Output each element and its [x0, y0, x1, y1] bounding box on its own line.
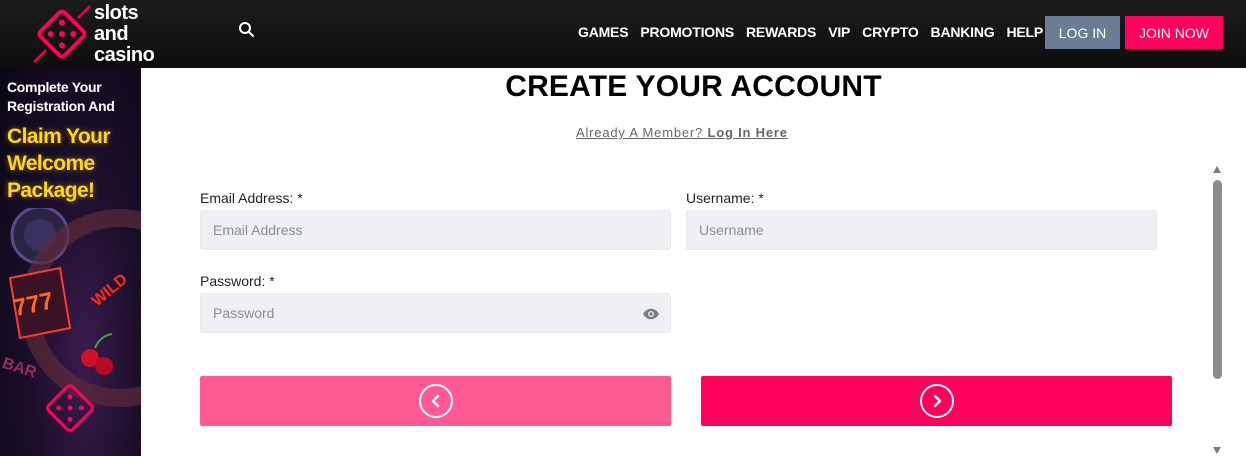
search-icon: [239, 22, 254, 37]
nav-promotions[interactable]: PROMOTIONS: [640, 24, 734, 40]
promo-subtitle: Complete Your Registration And: [7, 79, 115, 114]
search-button[interactable]: [237, 20, 257, 40]
nav-banking[interactable]: BANKING: [931, 24, 995, 40]
nav-help[interactable]: HELP: [1006, 24, 1043, 40]
scrollbar-thumb[interactable]: [1213, 180, 1222, 379]
username-input[interactable]: [699, 222, 1156, 238]
svg-text:BAR: BAR: [0, 355, 39, 382]
login-here-link[interactable]: Log In Here: [707, 125, 787, 140]
nav-vip[interactable]: VIP: [828, 24, 850, 40]
promo-headline: Claim Your Welcome Package!: [7, 125, 111, 202]
logo-line-slots: slots: [94, 2, 139, 24]
dice-icon: [33, 5, 91, 63]
previous-circle: [418, 384, 453, 418]
username-label: Username: *: [686, 190, 764, 206]
page-title: CREATE YOUR ACCOUNT: [505, 70, 882, 103]
email-label: Email Address: *: [200, 190, 303, 206]
already-member-line: Already A Member? Log In Here: [576, 125, 788, 140]
nav-rewards[interactable]: REWARDS: [746, 24, 816, 40]
eye-icon[interactable]: [642, 305, 660, 323]
scroll-up-arrow[interactable]: [1213, 166, 1221, 173]
promo-banner[interactable]: Complete Your Registration And Claim You…: [0, 68, 141, 456]
join-now-button[interactable]: JOIN NOW: [1125, 16, 1223, 49]
nav-crypto[interactable]: CRYPTO: [862, 24, 919, 40]
top-navigation-bar: slots and casino GAMES PROMOTIONS REWARD…: [0, 0, 1246, 68]
logo-line-and: and: [94, 23, 129, 45]
previous-step-button[interactable]: [200, 376, 671, 426]
email-field[interactable]: [200, 210, 671, 250]
main-nav: GAMES PROMOTIONS REWARDS VIP CRYPTO BANK…: [578, 24, 1043, 40]
scroll-down-arrow[interactable]: [1213, 447, 1221, 454]
nav-games[interactable]: GAMES: [578, 24, 629, 40]
logo-line-casino: casino: [94, 44, 155, 66]
username-field[interactable]: [686, 210, 1157, 250]
password-input[interactable]: [213, 305, 670, 321]
next-circle: [919, 384, 954, 418]
email-input[interactable]: [213, 222, 670, 238]
already-member-text: Already A Member?: [576, 125, 704, 140]
svg-text:WILD: WILD: [89, 271, 131, 310]
login-button[interactable]: LOG IN: [1045, 16, 1120, 49]
site-logo[interactable]: slots and casino: [32, 2, 182, 66]
logo-text: slots and casino: [94, 2, 155, 66]
registration-form: CREATE YOUR ACCOUNT Already A Member? Lo…: [141, 68, 1246, 456]
slot-machine-illustration: 777 WILD BAR: [0, 208, 141, 432]
next-step-button[interactable]: [701, 376, 1172, 426]
password-label: Password: *: [200, 273, 275, 289]
password-field[interactable]: [200, 293, 671, 333]
chevron-left-icon: [431, 394, 439, 408]
chevron-right-icon: [933, 394, 941, 408]
